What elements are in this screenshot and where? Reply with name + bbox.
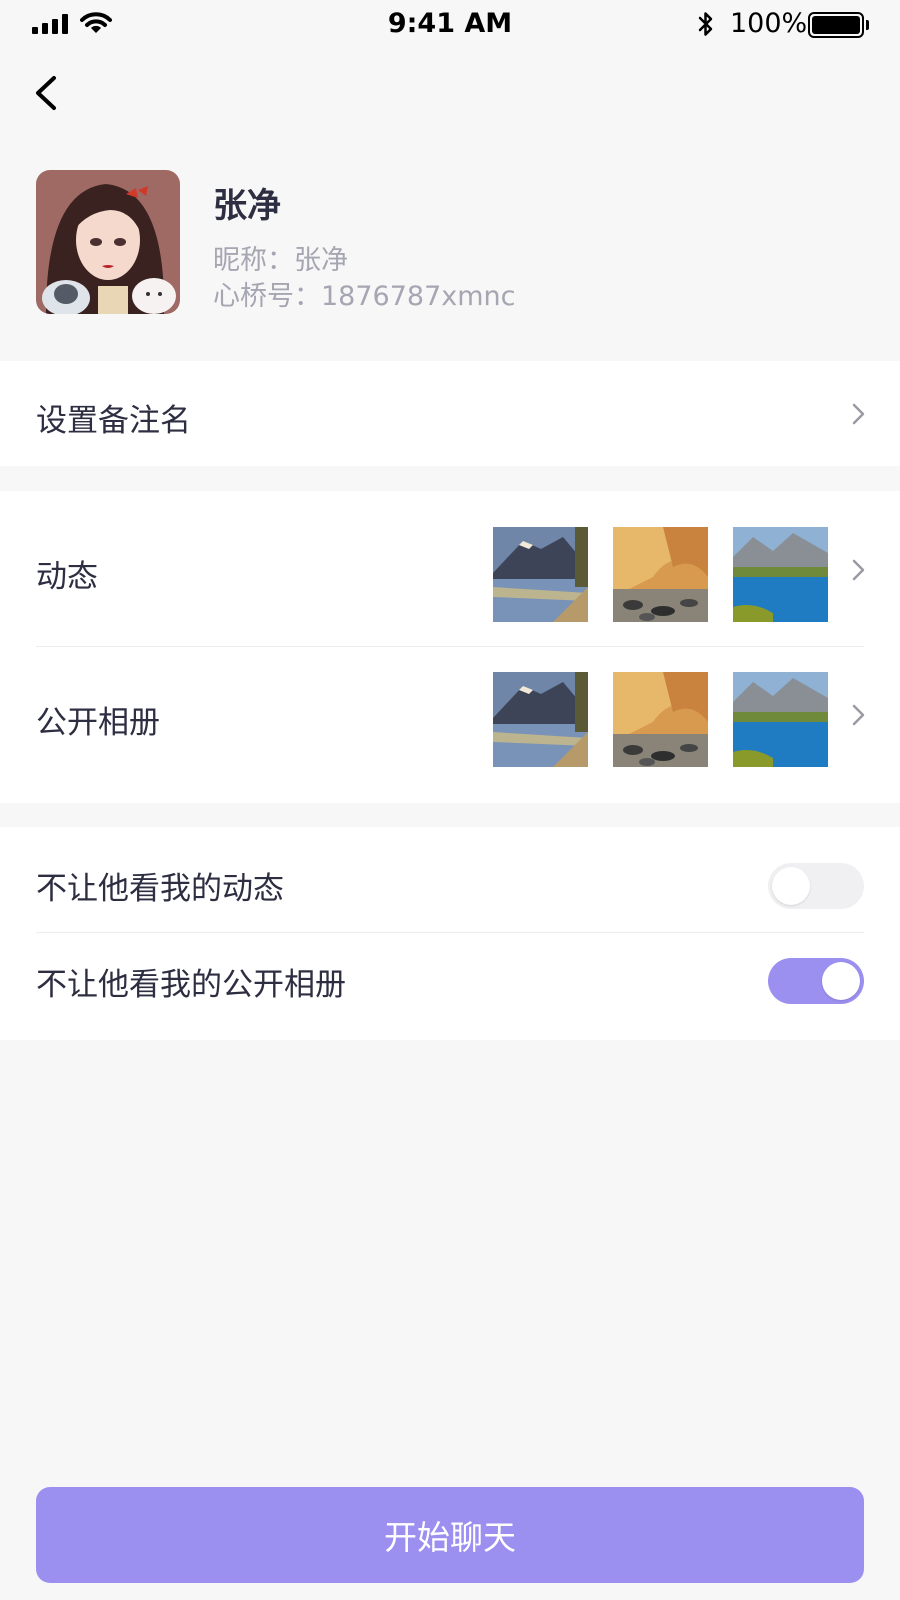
battery-icon: [808, 12, 864, 38]
battery-percentage: 100%: [730, 8, 808, 39]
remark-row[interactable]: 设置备注名: [0, 361, 900, 466]
thumbnail-mountain-lake[interactable]: [733, 672, 828, 767]
bluetooth-icon: [698, 12, 713, 36]
back-icon[interactable]: [28, 68, 68, 118]
hide-album-row: 不让他看我的公开相册: [0, 933, 900, 1040]
chevron-right-icon: [852, 704, 865, 726]
thumbnail-canyon[interactable]: [613, 672, 708, 767]
album-thumbnails: [493, 672, 828, 767]
privacy-section: 不让他看我的动态 不让他看我的公开相册: [0, 827, 900, 1040]
start-chat-button[interactable]: 开始聊天: [36, 1487, 864, 1583]
hide-album-label: 不让他看我的公开相册: [36, 967, 346, 1003]
contact-name: 张净: [213, 186, 281, 226]
remark-label: 设置备注名: [36, 403, 191, 439]
profile-header: 张净 昵称：张净 心桥号：1876787xmnc: [0, 150, 900, 360]
moments-label: 动态: [36, 559, 98, 595]
hide-moments-row: 不让他看我的动态: [0, 827, 900, 932]
album-label: 公开相册: [36, 705, 160, 741]
thumbnail-lake[interactable]: [493, 672, 588, 767]
media-section: 动态 公开相册: [0, 491, 900, 803]
hide-moments-toggle[interactable]: [768, 863, 864, 909]
hide-album-toggle[interactable]: [768, 958, 864, 1004]
avatar[interactable]: [36, 170, 180, 314]
remark-section: 设置备注名: [0, 361, 900, 466]
thumbnail-lake[interactable]: [493, 527, 588, 622]
chevron-right-icon: [852, 403, 865, 425]
battery-cap: [866, 20, 869, 30]
hide-moments-label: 不让他看我的动态: [36, 871, 284, 907]
thumbnail-canyon[interactable]: [613, 527, 708, 622]
status-bar: 9:41 AM 100%: [0, 0, 900, 50]
moments-thumbnails: [493, 527, 828, 622]
moments-row[interactable]: 动态: [0, 491, 900, 646]
chevron-right-icon: [852, 559, 865, 581]
album-row[interactable]: 公开相册: [0, 647, 900, 803]
thumbnail-mountain-lake[interactable]: [733, 527, 828, 622]
user-id-text: 心桥号：1876787xmnc: [213, 281, 516, 312]
nickname-text: 昵称：张净: [213, 245, 348, 276]
